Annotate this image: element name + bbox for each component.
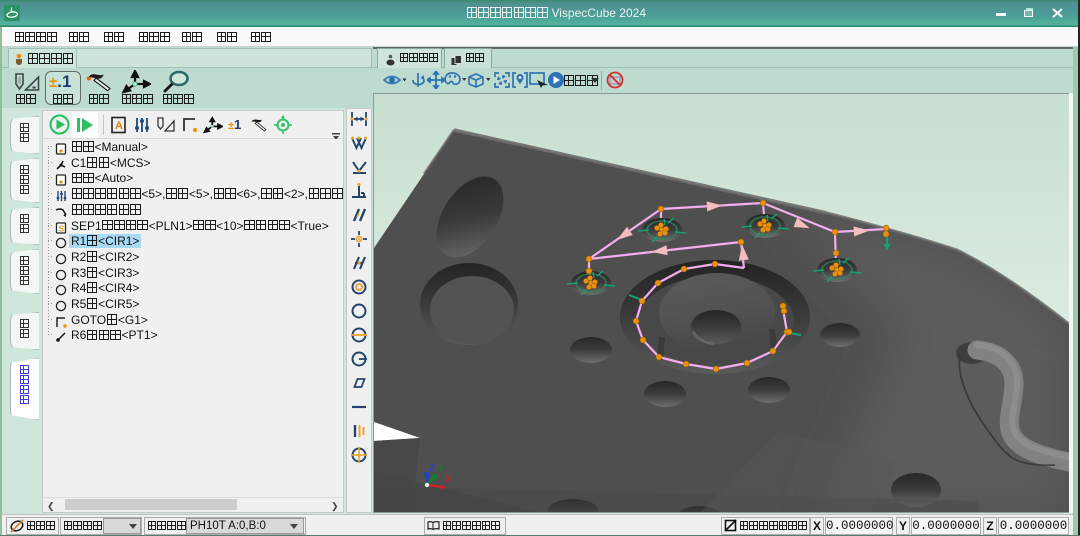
svg-text:X: X (445, 474, 451, 484)
svg-text:S: S (58, 223, 64, 233)
svg-text:Y: Y (438, 464, 444, 474)
svg-text:A: A (115, 120, 123, 132)
svg-text:Z: Z (429, 463, 435, 473)
